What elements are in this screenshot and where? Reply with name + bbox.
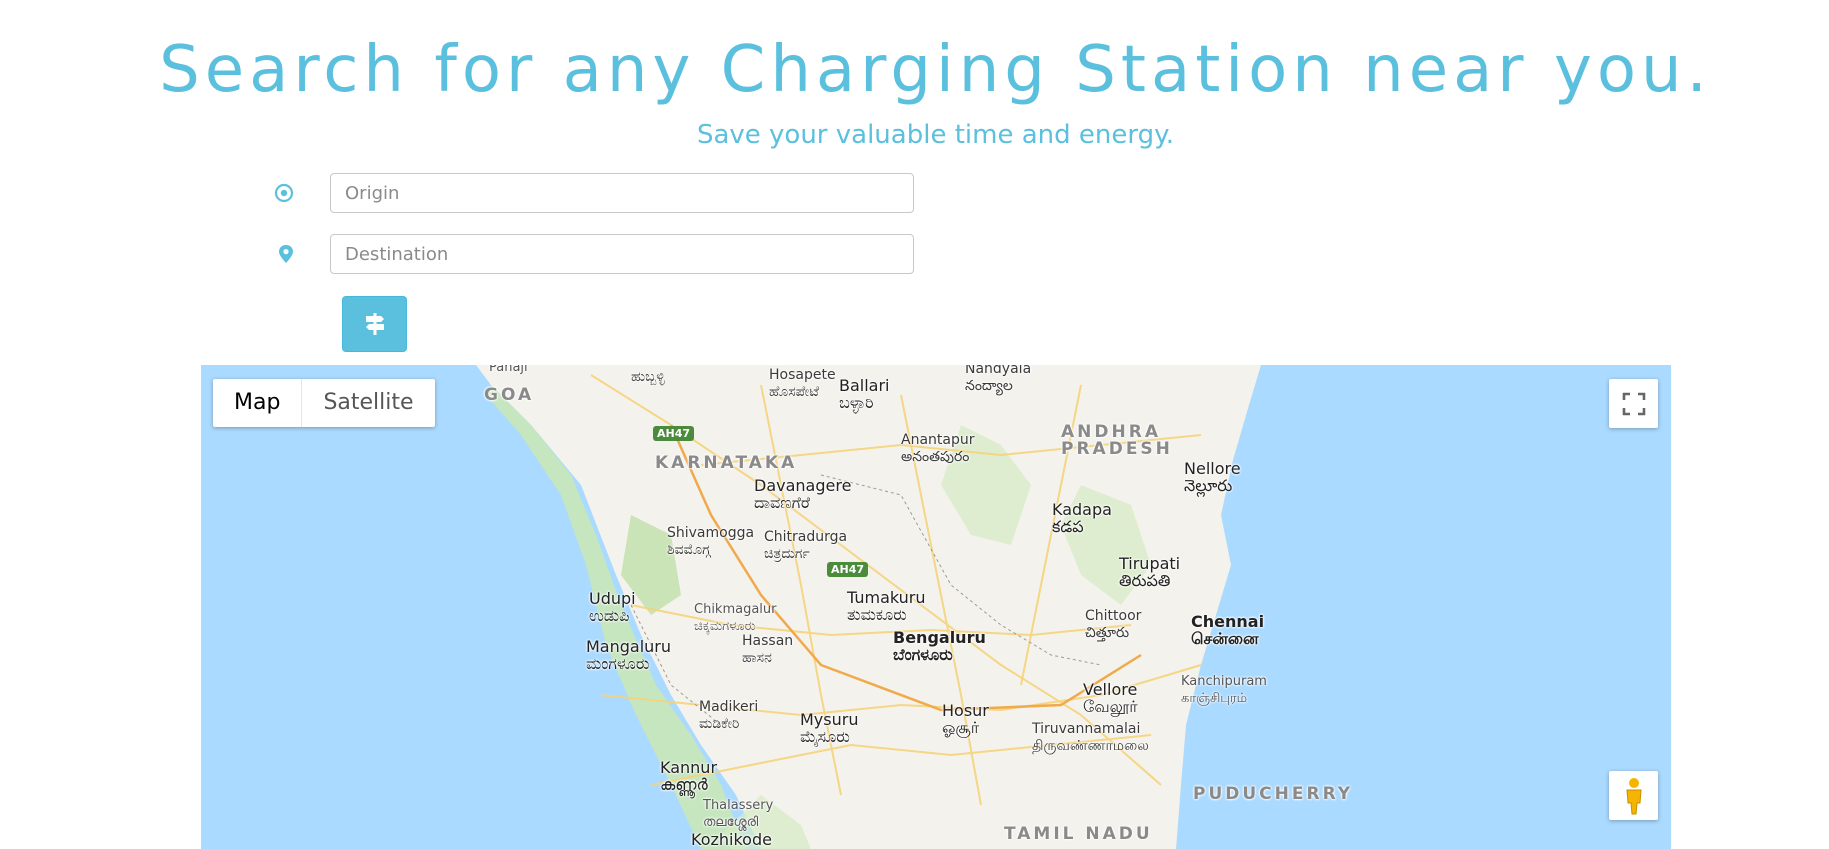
- origin-target-icon: [273, 182, 295, 204]
- map-label-madikeri: Madikeri ಮಡಿಕೇರಿ: [699, 699, 759, 732]
- map-label-nandyala: Nandyala నంద్యాల: [965, 365, 1032, 394]
- map-label-karnataka: KARNATAKA: [655, 453, 798, 473]
- map-label-tamil-nadu: TAMIL NADU: [1004, 824, 1153, 844]
- map-pin-icon: [275, 243, 297, 265]
- map-label-tumakuru: Tumakuru ತುಮಕೂರು: [847, 588, 926, 624]
- map-label-chennai: Chennai சென்னை: [1191, 612, 1265, 648]
- map-label-thalassery: Thalassery തലശ്ശേരി: [703, 798, 774, 830]
- map-label-chitradurga: Chitradurga ಚಿತ್ರದುರ್ಗ: [764, 529, 848, 562]
- map-label-bengaluru: Bengaluru ಬೆಂಗಳೂರು: [893, 628, 986, 664]
- fullscreen-button[interactable]: [1609, 379, 1658, 428]
- map-label-kannur: Kannur കണ്ണൂർ: [660, 758, 718, 794]
- get-route-button[interactable]: [342, 296, 407, 352]
- map-label-hubballi: ಹುಬ್ಬಳ್ಳಿ: [631, 369, 665, 385]
- map-label-mysuru: Mysuru ಮೈಸೂರು: [800, 710, 859, 746]
- page-title: Search for any Charging Station near you…: [159, 33, 1712, 107]
- map-label-hosapete: Hosapete ಹೊಸಪೇಟೆ: [769, 367, 836, 400]
- map-view[interactable]: Map Satellite Panaji ಹುಬ್ಬಳ್ಳಿ GOA Hosap…: [201, 365, 1671, 849]
- fullscreen-icon: [1622, 392, 1646, 416]
- map-label-hosur: Hosur ஓசூர்: [942, 701, 989, 737]
- map-label-andhra-pradesh: ANDHRA PRADESH: [1061, 422, 1173, 459]
- map-label-udupi: Udupi ಉಡುಪಿ: [589, 589, 636, 625]
- map-type-satellite-button[interactable]: Satellite: [302, 379, 434, 427]
- map-label-tirupati: Tirupati తిరుపతి: [1119, 554, 1181, 590]
- map-type-map-button[interactable]: Map: [213, 379, 303, 427]
- map-label-goa: GOA: [484, 385, 535, 405]
- map-label-chikmagalur: Chikmagalur ಚಿಕ್ಕಮಗಳೂರು: [694, 602, 777, 634]
- pegman-icon: [1623, 777, 1645, 815]
- signpost-icon: [362, 311, 388, 337]
- map-label-kanchipuram: Kanchipuram காஞ்சிபுரம்: [1181, 674, 1267, 706]
- street-view-pegman-button[interactable]: [1609, 771, 1658, 820]
- map-label-shivamogga: Shivamogga ಶಿವಮೊಗ್ಗ: [667, 525, 755, 558]
- map-label-mangaluru: Mangaluru ಮಂಗಳೂರು: [586, 637, 672, 673]
- map-label-nellore: Nellore నెల్లూరు: [1184, 459, 1241, 495]
- highway-shield-ah47-2: AH47: [827, 562, 869, 577]
- map-label-hassan: Hassan ಹಾಸನ: [742, 633, 794, 666]
- map-label-panaji: Panaji: [489, 365, 528, 375]
- map-label-anantapur: Anantapur అనంతపురం: [901, 432, 975, 465]
- map-label-davanagere: Davanagere ದಾವಣಗೆರೆ: [754, 476, 852, 512]
- map-label-ballari: Ballari ಬಳ್ಳಾರಿ: [839, 376, 890, 412]
- map-label-chittoor: Chittoor చిత్తూరు: [1085, 608, 1142, 641]
- map-label-kozhikode: Kozhikode: [691, 830, 772, 849]
- map-label-tiruvannamalai: Tiruvannamalai திருவண்ணாமலை: [1032, 721, 1149, 754]
- map-label-puducherry: PUDUCHERRY: [1193, 784, 1354, 804]
- map-type-control: Map Satellite: [213, 379, 435, 427]
- map-label-kadapa: Kadapa కడప: [1052, 500, 1112, 536]
- destination-input[interactable]: [330, 234, 914, 274]
- map-label-vellore: Vellore வேலூர்: [1083, 680, 1138, 716]
- page-subtitle: Save your valuable time and energy.: [696, 120, 1175, 150]
- origin-input[interactable]: [330, 173, 914, 213]
- highway-shield-ah47: AH47: [653, 426, 695, 441]
